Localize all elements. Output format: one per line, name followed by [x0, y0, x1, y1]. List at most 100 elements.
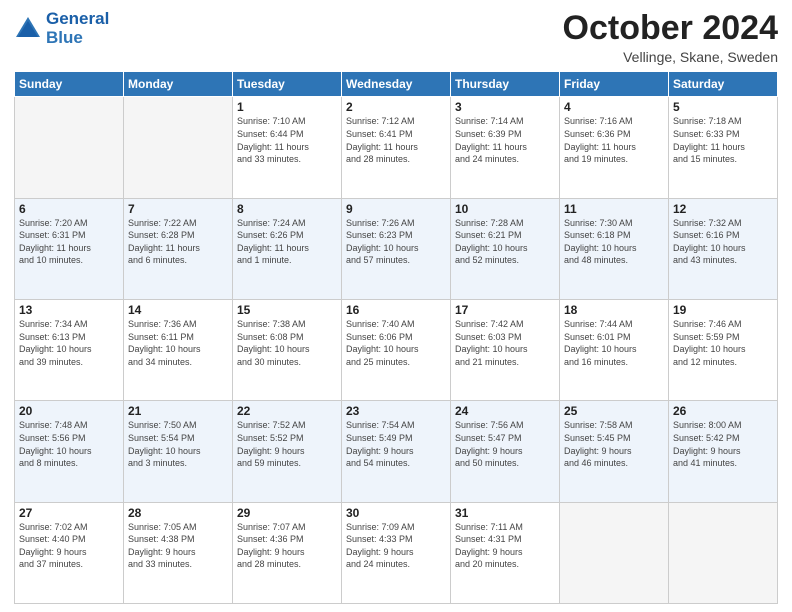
day-info: Sunrise: 7:16 AM Sunset: 6:36 PM Dayligh… — [564, 115, 664, 165]
day-info: Sunrise: 7:14 AM Sunset: 6:39 PM Dayligh… — [455, 115, 555, 165]
day-info: Sunrise: 7:58 AM Sunset: 5:45 PM Dayligh… — [564, 419, 664, 469]
day-info: Sunrise: 7:02 AM Sunset: 4:40 PM Dayligh… — [19, 521, 119, 571]
day-number: 7 — [128, 202, 228, 216]
day-number: 18 — [564, 303, 664, 317]
day-info: Sunrise: 7:42 AM Sunset: 6:03 PM Dayligh… — [455, 318, 555, 368]
day-info: Sunrise: 7:46 AM Sunset: 5:59 PM Dayligh… — [673, 318, 773, 368]
table-cell: 14Sunrise: 7:36 AM Sunset: 6:11 PM Dayli… — [124, 300, 233, 401]
col-friday: Friday — [560, 72, 669, 97]
table-cell: 10Sunrise: 7:28 AM Sunset: 6:21 PM Dayli… — [451, 198, 560, 299]
table-cell: 11Sunrise: 7:30 AM Sunset: 6:18 PM Dayli… — [560, 198, 669, 299]
table-cell: 16Sunrise: 7:40 AM Sunset: 6:06 PM Dayli… — [342, 300, 451, 401]
table-cell: 25Sunrise: 7:58 AM Sunset: 5:45 PM Dayli… — [560, 401, 669, 502]
day-info: Sunrise: 7:11 AM Sunset: 4:31 PM Dayligh… — [455, 521, 555, 571]
logo-text: General Blue — [46, 10, 109, 47]
table-cell: 6Sunrise: 7:20 AM Sunset: 6:31 PM Daylig… — [15, 198, 124, 299]
day-info: Sunrise: 7:20 AM Sunset: 6:31 PM Dayligh… — [19, 217, 119, 267]
day-info: Sunrise: 7:18 AM Sunset: 6:33 PM Dayligh… — [673, 115, 773, 165]
day-number: 1 — [237, 100, 337, 114]
day-number: 3 — [455, 100, 555, 114]
table-cell: 3Sunrise: 7:14 AM Sunset: 6:39 PM Daylig… — [451, 97, 560, 198]
day-number: 11 — [564, 202, 664, 216]
table-row: 20Sunrise: 7:48 AM Sunset: 5:56 PM Dayli… — [15, 401, 778, 502]
day-info: Sunrise: 7:09 AM Sunset: 4:33 PM Dayligh… — [346, 521, 446, 571]
day-number: 21 — [128, 404, 228, 418]
day-number: 28 — [128, 506, 228, 520]
day-info: Sunrise: 7:24 AM Sunset: 6:26 PM Dayligh… — [237, 217, 337, 267]
day-info: Sunrise: 7:32 AM Sunset: 6:16 PM Dayligh… — [673, 217, 773, 267]
table-cell: 13Sunrise: 7:34 AM Sunset: 6:13 PM Dayli… — [15, 300, 124, 401]
day-number: 22 — [237, 404, 337, 418]
day-info: Sunrise: 7:07 AM Sunset: 4:36 PM Dayligh… — [237, 521, 337, 571]
day-number: 16 — [346, 303, 446, 317]
day-number: 27 — [19, 506, 119, 520]
logo-line2: Blue — [46, 28, 83, 47]
col-wednesday: Wednesday — [342, 72, 451, 97]
day-number: 9 — [346, 202, 446, 216]
day-number: 29 — [237, 506, 337, 520]
table-cell: 21Sunrise: 7:50 AM Sunset: 5:54 PM Dayli… — [124, 401, 233, 502]
table-cell: 1Sunrise: 7:10 AM Sunset: 6:44 PM Daylig… — [233, 97, 342, 198]
table-cell: 30Sunrise: 7:09 AM Sunset: 4:33 PM Dayli… — [342, 502, 451, 603]
table-cell — [560, 502, 669, 603]
col-saturday: Saturday — [669, 72, 778, 97]
table-cell: 27Sunrise: 7:02 AM Sunset: 4:40 PM Dayli… — [15, 502, 124, 603]
table-row: 13Sunrise: 7:34 AM Sunset: 6:13 PM Dayli… — [15, 300, 778, 401]
table-cell: 4Sunrise: 7:16 AM Sunset: 6:36 PM Daylig… — [560, 97, 669, 198]
day-number: 20 — [19, 404, 119, 418]
table-cell: 22Sunrise: 7:52 AM Sunset: 5:52 PM Dayli… — [233, 401, 342, 502]
table-cell: 8Sunrise: 7:24 AM Sunset: 6:26 PM Daylig… — [233, 198, 342, 299]
table-cell: 19Sunrise: 7:46 AM Sunset: 5:59 PM Dayli… — [669, 300, 778, 401]
day-number: 14 — [128, 303, 228, 317]
day-info: Sunrise: 7:22 AM Sunset: 6:28 PM Dayligh… — [128, 217, 228, 267]
page: General Blue October 2024 Vellinge, Skan… — [0, 0, 792, 612]
col-thursday: Thursday — [451, 72, 560, 97]
table-cell — [669, 502, 778, 603]
day-number: 24 — [455, 404, 555, 418]
day-info: Sunrise: 7:34 AM Sunset: 6:13 PM Dayligh… — [19, 318, 119, 368]
table-cell: 24Sunrise: 7:56 AM Sunset: 5:47 PM Dayli… — [451, 401, 560, 502]
day-number: 19 — [673, 303, 773, 317]
table-cell: 20Sunrise: 7:48 AM Sunset: 5:56 PM Dayli… — [15, 401, 124, 502]
col-tuesday: Tuesday — [233, 72, 342, 97]
day-info: Sunrise: 7:44 AM Sunset: 6:01 PM Dayligh… — [564, 318, 664, 368]
table-cell: 12Sunrise: 7:32 AM Sunset: 6:16 PM Dayli… — [669, 198, 778, 299]
day-info: Sunrise: 7:28 AM Sunset: 6:21 PM Dayligh… — [455, 217, 555, 267]
day-info: Sunrise: 7:48 AM Sunset: 5:56 PM Dayligh… — [19, 419, 119, 469]
day-info: Sunrise: 7:05 AM Sunset: 4:38 PM Dayligh… — [128, 521, 228, 571]
day-number: 10 — [455, 202, 555, 216]
day-number: 31 — [455, 506, 555, 520]
day-number: 5 — [673, 100, 773, 114]
day-number: 15 — [237, 303, 337, 317]
day-number: 13 — [19, 303, 119, 317]
day-number: 26 — [673, 404, 773, 418]
col-monday: Monday — [124, 72, 233, 97]
day-info: Sunrise: 7:56 AM Sunset: 5:47 PM Dayligh… — [455, 419, 555, 469]
table-row: 1Sunrise: 7:10 AM Sunset: 6:44 PM Daylig… — [15, 97, 778, 198]
day-info: Sunrise: 7:50 AM Sunset: 5:54 PM Dayligh… — [128, 419, 228, 469]
logo: General Blue — [14, 10, 109, 47]
day-number: 4 — [564, 100, 664, 114]
table-cell: 15Sunrise: 7:38 AM Sunset: 6:08 PM Dayli… — [233, 300, 342, 401]
table-row: 27Sunrise: 7:02 AM Sunset: 4:40 PM Dayli… — [15, 502, 778, 603]
day-number: 30 — [346, 506, 446, 520]
table-cell: 18Sunrise: 7:44 AM Sunset: 6:01 PM Dayli… — [560, 300, 669, 401]
top-area: General Blue October 2024 Vellinge, Skan… — [14, 10, 778, 65]
logo-line1: General — [46, 9, 109, 28]
table-cell: 23Sunrise: 7:54 AM Sunset: 5:49 PM Dayli… — [342, 401, 451, 502]
table-cell: 9Sunrise: 7:26 AM Sunset: 6:23 PM Daylig… — [342, 198, 451, 299]
day-info: Sunrise: 7:54 AM Sunset: 5:49 PM Dayligh… — [346, 419, 446, 469]
header-row: Sunday Monday Tuesday Wednesday Thursday… — [15, 72, 778, 97]
logo-icon — [14, 15, 42, 43]
table-cell: 29Sunrise: 7:07 AM Sunset: 4:36 PM Dayli… — [233, 502, 342, 603]
day-number: 2 — [346, 100, 446, 114]
table-cell: 26Sunrise: 8:00 AM Sunset: 5:42 PM Dayli… — [669, 401, 778, 502]
day-number: 17 — [455, 303, 555, 317]
day-number: 25 — [564, 404, 664, 418]
day-info: Sunrise: 7:10 AM Sunset: 6:44 PM Dayligh… — [237, 115, 337, 165]
day-info: Sunrise: 7:26 AM Sunset: 6:23 PM Dayligh… — [346, 217, 446, 267]
day-info: Sunrise: 7:30 AM Sunset: 6:18 PM Dayligh… — [564, 217, 664, 267]
location: Vellinge, Skane, Sweden — [563, 49, 778, 65]
calendar: Sunday Monday Tuesday Wednesday Thursday… — [14, 71, 778, 604]
month-title: October 2024 — [563, 10, 778, 47]
